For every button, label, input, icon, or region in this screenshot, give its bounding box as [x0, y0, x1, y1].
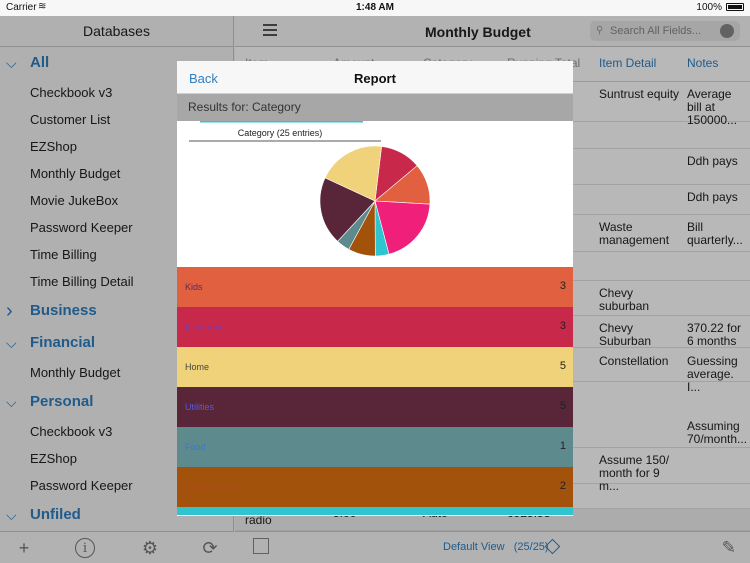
- results-header: Results for: Category: [177, 94, 573, 121]
- legend-row-partial: [177, 507, 573, 515]
- back-button[interactable]: Back: [189, 71, 218, 86]
- legend-row-utilities[interactable]: Utilities 5: [177, 387, 573, 427]
- battery-icon: [726, 3, 744, 11]
- legend-count: 1: [559, 440, 566, 452]
- legend-count: 5: [559, 400, 566, 412]
- modal-title: Report: [354, 71, 396, 86]
- legend-row-kids[interactable]: Kids 3: [177, 267, 573, 307]
- chart-area: Category (25 entries): [177, 121, 573, 267]
- status-time: 1:48 AM: [356, 2, 394, 13]
- report-modal: Report Back Results for: Category Catego…: [177, 61, 573, 516]
- chart-title: Category (25 entries): [238, 128, 323, 138]
- legend-count: 3: [559, 320, 566, 332]
- legend-count: 5: [559, 360, 566, 372]
- status-bar: Carrier ≋ 1:48 AM 100%: [0, 0, 750, 16]
- modal-nav-bar: Report Back: [177, 61, 573, 94]
- legend-count: 2: [559, 480, 566, 492]
- legend-label: Kids: [185, 282, 203, 292]
- legend-row-home[interactable]: Home 5: [177, 347, 573, 387]
- pie-chart: Category (25 entries): [189, 121, 431, 257]
- legend-row-entertainment[interactable]: Entertainment 2: [177, 467, 573, 507]
- legend-row-food[interactable]: Food 1: [177, 427, 573, 467]
- category-legend: Kids 3 Insurance 3 Home 5 Utilities 5 Food 1 Enter…: [177, 267, 573, 515]
- legend-label: Entertainment: [185, 482, 242, 492]
- legend-count: 3: [559, 280, 566, 292]
- legend-label: Food: [185, 442, 206, 452]
- legend-label: Home: [185, 362, 210, 372]
- battery-label: 100%: [696, 2, 722, 13]
- legend-row-insurance[interactable]: Insurance 3: [177, 307, 573, 347]
- legend-label: Utilities: [185, 402, 215, 412]
- legend-label: Insurance: [185, 322, 225, 332]
